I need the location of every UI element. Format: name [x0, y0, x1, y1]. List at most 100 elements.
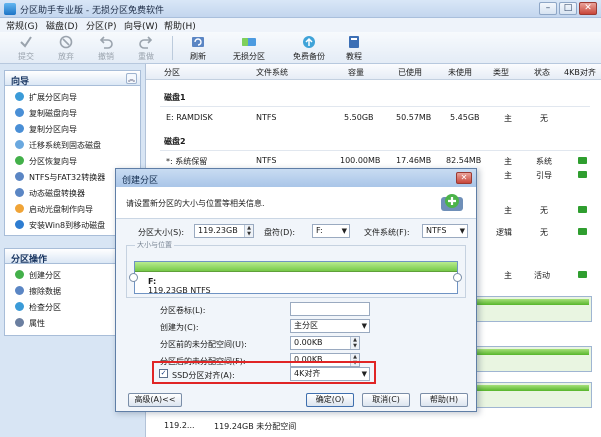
spin-arrows-icon[interactable]: ▲ ▼	[244, 225, 253, 237]
nav-item-copy-disk[interactable]: 复制磁盘向导	[15, 108, 77, 122]
close-button[interactable]: ✕	[579, 2, 597, 15]
disk1-title: 磁盘1	[164, 93, 186, 102]
toolbar-separator	[172, 36, 173, 60]
wizard-panel-header[interactable]: 向导 ︽	[4, 70, 141, 87]
nav-item-check-partition[interactable]: 检查分区	[15, 302, 61, 316]
dialog-banner: 请设置新分区的大小与位置等相关信息.	[116, 187, 476, 219]
partition-name: F:	[148, 277, 157, 286]
nav-item-bootable-media[interactable]: 启动光盘制作向导	[15, 204, 93, 218]
cell-status: 系统	[536, 157, 552, 166]
nav-item-label: 动态磁盘转换器	[29, 189, 85, 198]
nav-item-wipe-data[interactable]: 擦除数据	[15, 286, 61, 300]
row-separator	[160, 150, 590, 151]
nav-item-dynamic-disk[interactable]: 动态磁盘转换器	[15, 188, 85, 202]
chevron-down-icon: ▼	[361, 322, 367, 330]
column-used[interactable]: 已使用	[398, 67, 422, 78]
nav-item-label: 安装Win8到移动磁盘	[29, 221, 106, 230]
lossless-partition-button[interactable]: 无损分区	[226, 34, 272, 62]
chevron-down-icon: ▼	[459, 227, 465, 235]
help-button[interactable]: 帮助(H)	[420, 393, 468, 407]
column-partition[interactable]: 分区	[164, 67, 180, 78]
nav-item-migrate-os[interactable]: 迁移系统到固态磁盘	[15, 140, 101, 154]
cell-free: 5.45GB	[450, 113, 480, 122]
menu-partition[interactable]: 分区(P)	[86, 19, 116, 32]
column-capacity[interactable]: 容量	[348, 67, 364, 78]
dialog-close-button[interactable]: ✕	[456, 172, 472, 184]
title-bar: 分区助手专业版 - 无损分区免费软件 – □ ✕	[0, 0, 601, 18]
cell-type: 主	[504, 206, 512, 215]
volume-label-input[interactable]	[290, 302, 370, 316]
cell-status: 无	[540, 228, 548, 237]
redo-label: 重做	[138, 52, 154, 61]
disk-copy-icon	[15, 108, 24, 117]
discard-button[interactable]: 放弃	[46, 34, 86, 62]
commit-button[interactable]: 提交	[6, 34, 46, 62]
refresh-icon	[192, 37, 204, 47]
space-before-stepper[interactable]: 0.00KB ▲ ▼	[290, 336, 360, 350]
nav-item-label: 检查分区	[29, 303, 61, 312]
size-stepper[interactable]: 119.23GB ▲ ▼	[194, 224, 254, 238]
column-4k-align[interactable]: 4KB对齐	[564, 67, 596, 78]
cell-type: 主	[504, 171, 512, 180]
dynamic-disk-icon	[15, 188, 24, 197]
menu-general[interactable]: 常规(G)	[6, 19, 38, 32]
menu-wizard[interactable]: 向导(W)	[124, 19, 158, 32]
redo-button[interactable]: 重做	[126, 34, 166, 62]
partition-bar	[135, 262, 457, 272]
filesystem-select[interactable]: NTFS ▼	[422, 224, 468, 238]
add-partition-icon	[441, 194, 463, 211]
cell-capacity: 5.50GB	[344, 113, 374, 122]
ok-button[interactable]: 确定(O)	[306, 393, 354, 407]
size-value: 119.23GB	[198, 226, 238, 235]
nav-item-extend-partition[interactable]: 扩展分区向导	[15, 92, 77, 106]
column-status[interactable]: 状态	[534, 67, 550, 78]
unallocated-row[interactable]: 119.2... 119.24GB 未分配空间	[146, 414, 601, 437]
collapse-icon[interactable]: ︽	[126, 73, 137, 84]
undo-button[interactable]: 撤销	[86, 34, 126, 62]
column-free[interactable]: 未使用	[448, 67, 472, 78]
menu-disk[interactable]: 磁盘(D)	[46, 19, 78, 32]
dialog-title-bar[interactable]: 创建分区 ✕	[116, 169, 476, 187]
aligned-flag-icon	[578, 206, 587, 213]
cell-status: 无	[540, 206, 548, 215]
cell-fs: NTFS	[256, 156, 277, 165]
nav-item-copy-partition[interactable]: 复制分区向导	[15, 124, 77, 138]
cell-type: 逻辑	[496, 228, 512, 237]
nav-item-create-partition[interactable]: 创建分区	[15, 270, 61, 284]
column-type[interactable]: 类型	[493, 67, 509, 78]
spin-arrows-icon[interactable]: ▲ ▼	[350, 337, 359, 349]
wizard-icon	[15, 92, 24, 101]
cell-used: 17.46MB	[396, 156, 432, 165]
recovery-icon	[15, 156, 24, 165]
cancel-button[interactable]: 取消(C)	[362, 393, 410, 407]
advanced-button[interactable]: 高级(A)<<	[128, 393, 182, 407]
nav-item-label: 擦除数据	[29, 287, 61, 296]
create-as-label: 创建为(C):	[160, 323, 199, 332]
commit-label: 提交	[18, 52, 34, 61]
commit-icon	[20, 36, 32, 48]
left-resize-handle[interactable]	[129, 273, 138, 282]
nav-item-label: NTFS与FAT32转换器	[29, 173, 106, 182]
minimize-button[interactable]: –	[539, 2, 557, 15]
nav-item-ntfs-fat32[interactable]: NTFS与FAT32转换器	[15, 172, 105, 186]
create-as-select[interactable]: 主分区 ▼	[290, 319, 370, 333]
column-filesystem[interactable]: 文件系统	[256, 67, 288, 78]
row-separator	[160, 106, 590, 107]
tutorial-button[interactable]: 教程	[334, 34, 374, 62]
nav-item-partition-recovery[interactable]: 分区恢复向导	[15, 156, 77, 170]
nav-item-win8-to-go[interactable]: 安装Win8到移动磁盘	[15, 220, 105, 234]
restore-button[interactable]: □	[559, 2, 577, 15]
refresh-button[interactable]: 刷新	[178, 34, 218, 62]
drive-letter-select[interactable]: F: ▼	[312, 224, 350, 238]
volume-label-label: 分区卷标(L):	[160, 306, 206, 315]
cell-type: 主	[504, 114, 512, 123]
nav-item-properties[interactable]: 属性	[15, 318, 45, 332]
menu-help[interactable]: 帮助(H)	[164, 19, 196, 32]
aligned-flag-icon	[578, 271, 587, 278]
right-resize-handle[interactable]	[453, 273, 462, 282]
disk2-title: 磁盘2	[164, 137, 186, 146]
nav-item-label: 复制分区向导	[29, 125, 77, 134]
free-backup-button[interactable]: 免费备份	[286, 34, 332, 62]
window-title: 分区助手专业版 - 无损分区免费软件	[20, 6, 164, 16]
drive-letter-label: 盘符(D):	[264, 228, 296, 237]
